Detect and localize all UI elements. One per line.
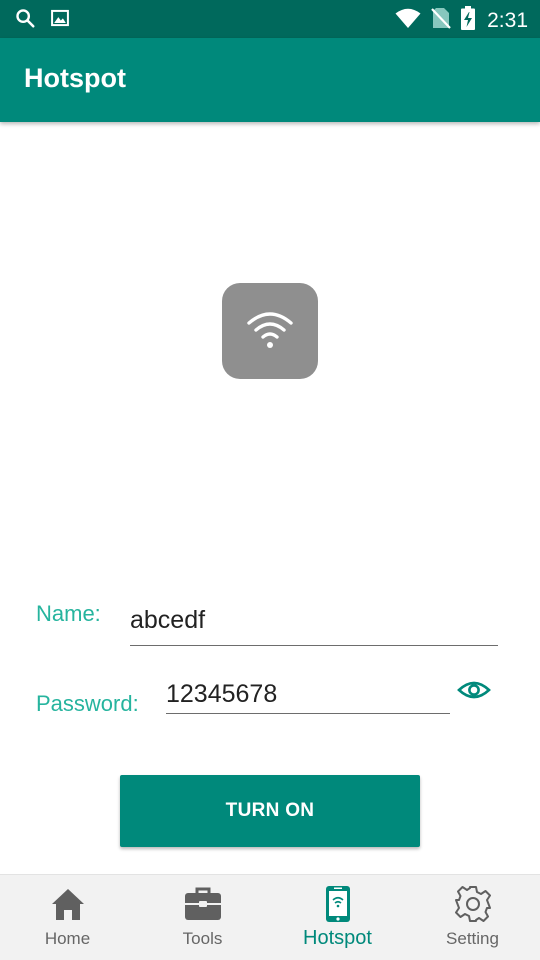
password-input[interactable] xyxy=(166,676,450,714)
toggle-password-visibility-button[interactable] xyxy=(457,679,491,705)
image-icon xyxy=(50,8,70,33)
wifi-icon xyxy=(245,307,295,356)
toolbox-icon xyxy=(184,887,222,926)
no-sim-icon xyxy=(431,7,451,34)
nav-item-tools[interactable]: Tools xyxy=(135,875,270,960)
hotspot-screen: 2:31 Hotspot Name: Password: TURN ON xyxy=(0,0,540,960)
nav-label-setting: Setting xyxy=(446,929,499,948)
phone-hotspot-icon xyxy=(325,885,351,928)
app-bar: Hotspot xyxy=(0,38,540,122)
page-title: Hotspot xyxy=(24,63,126,93)
nav-item-home[interactable]: Home xyxy=(0,875,135,960)
search-icon xyxy=(14,7,36,34)
status-bar: 2:31 xyxy=(0,0,540,38)
turn-on-button[interactable]: TURN ON xyxy=(120,775,420,847)
nav-label-hotspot: Hotspot xyxy=(303,927,372,949)
eye-icon xyxy=(457,679,491,706)
wifi-signal-icon xyxy=(395,7,421,34)
clock-time: 2:31 xyxy=(487,8,528,32)
nav-item-hotspot[interactable]: Hotspot xyxy=(270,875,405,960)
name-label: Name: xyxy=(36,601,101,626)
bottom-navigation: Home Tools Hotspot Setting xyxy=(0,874,540,960)
hotspot-status-tile[interactable] xyxy=(222,283,318,379)
nav-label-home: Home xyxy=(44,929,91,948)
password-label: Password: xyxy=(36,691,139,716)
gear-icon xyxy=(454,885,492,928)
name-input[interactable] xyxy=(130,596,498,646)
nav-label-tools: Tools xyxy=(182,929,223,948)
battery-charging-icon xyxy=(461,6,476,35)
home-icon xyxy=(50,887,86,926)
nav-item-setting[interactable]: Setting xyxy=(405,875,540,960)
